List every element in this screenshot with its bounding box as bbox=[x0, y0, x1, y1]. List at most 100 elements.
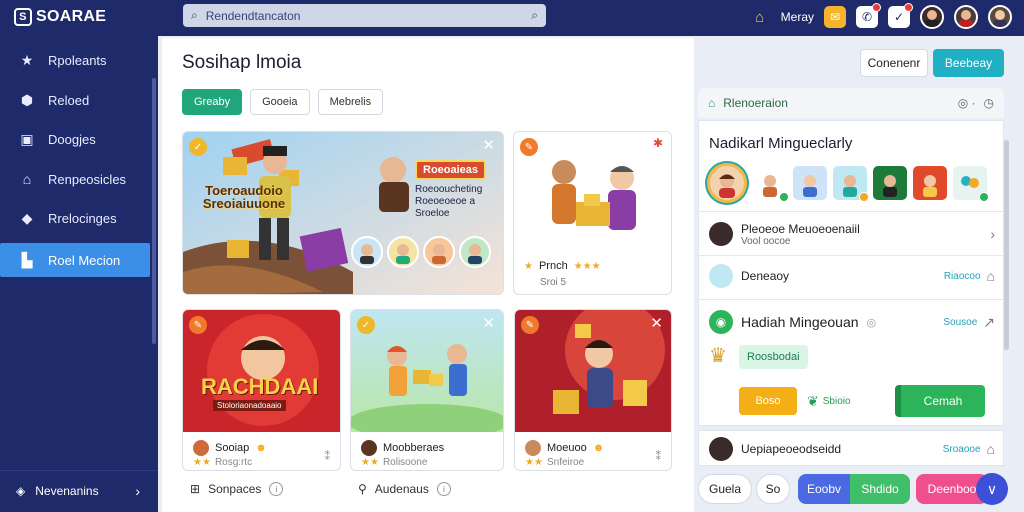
avatar[interactable] bbox=[873, 166, 907, 200]
avatar bbox=[709, 222, 733, 246]
user-label[interactable]: Meray bbox=[781, 10, 814, 24]
list-item[interactable]: Uepiapeoeodseidd Sroaooe ⌂ bbox=[698, 430, 1004, 466]
search-icon: ⌕ bbox=[191, 8, 198, 22]
bottom-link[interactable]: ⊞ Sonpaces i bbox=[190, 482, 284, 496]
avatar[interactable] bbox=[954, 5, 978, 29]
list-item[interactable]: Pleoeoe Meuoeoenaiil Vool oocoe › bbox=[699, 219, 1005, 249]
sidebar: S SOARAE ★ Rpoleants ⬢ Reloed ▣ Doogjes … bbox=[0, 0, 158, 512]
yellow-button[interactable]: Boso bbox=[739, 387, 797, 415]
avatar[interactable] bbox=[753, 166, 789, 202]
bottom-link[interactable]: ⚲ Audenaus i bbox=[358, 482, 451, 496]
calendar-badge bbox=[904, 3, 913, 12]
content-card[interactable]: ✓ ✕ Moobberaes ★★ Rolisoone bbox=[350, 309, 504, 471]
avatar[interactable] bbox=[793, 166, 827, 200]
panel-scrollbar[interactable] bbox=[1004, 140, 1009, 350]
avatar[interactable] bbox=[423, 236, 455, 268]
share-icon[interactable]: ⁑ bbox=[656, 450, 662, 463]
list-item-actions: Riaocoo ⌂ bbox=[944, 268, 995, 284]
tag-icon: ◆ bbox=[21, 209, 33, 226]
expand-button[interactable]: ∨ bbox=[976, 473, 1008, 505]
status-badge: Roosbodai bbox=[739, 345, 808, 369]
card-meta-text: Rosg:rtc bbox=[214, 457, 253, 468]
close-icon[interactable]: ✕ bbox=[482, 136, 495, 154]
bottom-button-row: Guela So Eoobv Shdido Deenboo bbox=[698, 474, 988, 504]
card-meta: Moobberaes bbox=[361, 440, 444, 456]
app-logo[interactable]: S SOARAE bbox=[14, 6, 106, 28]
notification-icon[interactable]: ✉ bbox=[824, 6, 846, 28]
home-icon: ⌂ bbox=[22, 171, 32, 187]
sidebar-scrollbar[interactable] bbox=[152, 78, 156, 344]
filter-chip[interactable]: Greaby bbox=[182, 89, 243, 115]
confirm-button[interactable]: Cemah bbox=[895, 385, 985, 417]
avatar[interactable] bbox=[707, 163, 747, 203]
bottom-link-label: Sonpaces bbox=[208, 482, 262, 496]
pencil-badge-icon: ✎ bbox=[520, 138, 538, 156]
home-icon[interactable]: ⌂ bbox=[987, 441, 995, 457]
secondary-button[interactable]: Conenenr bbox=[860, 49, 928, 77]
sidebar-item-rrelocinges[interactable]: ◆ Rrelocinges bbox=[0, 201, 150, 235]
list-item-sub: Vool oocoe bbox=[741, 235, 791, 247]
card-title: Moobberaes bbox=[383, 442, 445, 454]
bottom-button[interactable]: Eoobv bbox=[798, 474, 850, 504]
card-title: Moeuoo bbox=[547, 442, 587, 454]
avatar[interactable] bbox=[351, 236, 383, 268]
filter-chip[interactable]: Gooeia bbox=[250, 89, 310, 115]
home-icon[interactable]: ⌂ bbox=[749, 6, 771, 28]
chevron-right-icon[interactable]: › bbox=[990, 226, 995, 242]
divider bbox=[699, 211, 1005, 212]
avatar[interactable] bbox=[920, 5, 944, 29]
card-meta: Moeuoo ☻ bbox=[525, 440, 604, 456]
close-icon[interactable]: ✕ bbox=[650, 314, 663, 332]
calendar-icon[interactable]: ✓ bbox=[888, 3, 913, 28]
list-item-title: Pleoeoe Meuoeoenaiil bbox=[741, 221, 860, 236]
avatar[interactable] bbox=[988, 5, 1012, 29]
bottom-button[interactable]: Guela bbox=[698, 474, 752, 504]
search-input[interactable]: ⌕ Rendendtancaton ⌕ bbox=[183, 4, 546, 27]
message-icon[interactable]: ✆ bbox=[856, 3, 881, 28]
sparkle-icon: ✱ bbox=[652, 136, 663, 150]
content-card[interactable]: ✎ ✕ Moeuoo ☻ ★★ Snfeiroe ⁑ bbox=[514, 309, 672, 471]
sidebar-bottom-item[interactable]: ◈ Nevenanins › bbox=[0, 470, 158, 510]
check-badge-icon: ✓ bbox=[189, 138, 207, 156]
avatar[interactable] bbox=[459, 236, 491, 268]
avatar[interactable] bbox=[913, 166, 947, 200]
page-title: Sosihap lmoia bbox=[182, 52, 302, 73]
arrow-icon[interactable]: ↗ bbox=[983, 314, 995, 331]
sidebar-item-reloed[interactable]: ⬢ Reloed bbox=[0, 83, 150, 117]
avatar[interactable] bbox=[387, 236, 419, 268]
sidebar-item-rpoleants[interactable]: ★ Rpoleants bbox=[0, 43, 150, 77]
hero-avatar-row bbox=[351, 236, 491, 268]
hero-card[interactable]: ✓ ✕ Toeroaudoio Sreoiaiuuone Roeoaieas R… bbox=[182, 131, 504, 295]
clock-icon[interactable]: ◷ bbox=[984, 96, 994, 110]
hero-label: Roeoaieas bbox=[415, 160, 487, 180]
bottom-button[interactable]: So bbox=[756, 474, 790, 504]
home-icon[interactable]: ⌂ bbox=[987, 268, 995, 284]
primary-button[interactable]: Beebeay bbox=[933, 49, 1004, 77]
chat-icon: ◉ bbox=[709, 310, 733, 334]
info-icon: i bbox=[436, 482, 451, 496]
rating-stars: ★★ bbox=[361, 457, 379, 468]
bookmark-icon: ▙ bbox=[21, 251, 33, 268]
panel-title: Nadikarl Mingueclarly bbox=[709, 135, 853, 152]
filter-chip[interactable]: Mebrelis bbox=[317, 89, 384, 115]
search-submit-icon[interactable]: ⌕ bbox=[531, 8, 538, 23]
content-card[interactable]: ✎ RACHDAAI Stoloriaonadoaaio Sooiap ☻ ★★… bbox=[182, 309, 341, 471]
list-item-actions: › bbox=[990, 226, 995, 242]
feature-card[interactable]: ✎ ✱ ★ Prnch ★★★ Sroi 5 bbox=[513, 131, 672, 295]
list-item[interactable]: ◉ Hadiah Mingeouan ◎ Sousoe ↗ bbox=[699, 307, 1005, 337]
card-rating: ★★ Rosg:rtc bbox=[193, 457, 252, 468]
list-item[interactable]: Deneaoy Riaocoo ⌂ bbox=[699, 261, 1005, 291]
share-icon[interactable]: ⁑ bbox=[325, 450, 331, 463]
sidebar-item-roel-mecion[interactable]: ▙ Roel Mecion bbox=[0, 243, 150, 277]
sidebar-item-label: Doogjes bbox=[48, 131, 96, 147]
close-icon[interactable]: ✕ bbox=[482, 314, 495, 332]
settings-icon[interactable]: ◎ · bbox=[958, 96, 976, 110]
sidebar-item-doogjes[interactable]: ▣ Doogjes bbox=[0, 122, 150, 156]
list-item-side: Sroaooe bbox=[942, 443, 981, 455]
avatar[interactable] bbox=[833, 166, 869, 202]
avatar[interactable] bbox=[953, 166, 989, 202]
bottom-button[interactable]: Shdido bbox=[850, 474, 910, 504]
sidebar-item-renpeosicles[interactable]: ⌂ Renpeosicles bbox=[0, 162, 150, 196]
divider bbox=[699, 255, 1005, 256]
action-mid[interactable]: ❦ Sbioio bbox=[807, 393, 885, 410]
